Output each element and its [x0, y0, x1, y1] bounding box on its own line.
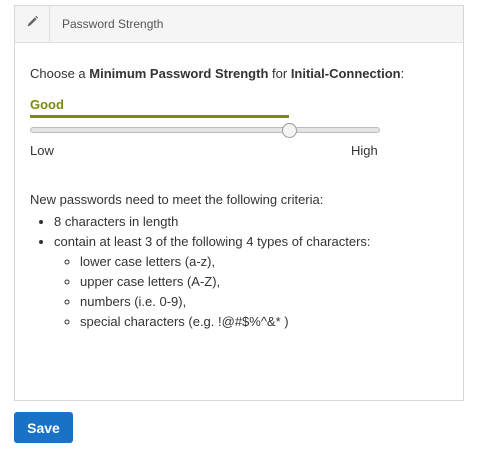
criteria-length: 8 characters in length [54, 214, 179, 229]
list-item: numbers (i.e. 0-9), [80, 292, 371, 312]
strength-slider-track[interactable] [30, 127, 380, 133]
criteria-types: contain at least 3 of the following 4 ty… [54, 234, 371, 249]
save-button[interactable]: Save [14, 412, 73, 443]
prompt-suffix: : [400, 66, 405, 81]
list-item: special characters (e.g. !@#$%^&* ) [80, 312, 371, 332]
criteria-list: 8 characters in length contain at least … [15, 212, 371, 332]
prompt-strength-term: Minimum Password Strength [89, 66, 269, 81]
list-item: contain at least 3 of the following 4 ty… [54, 232, 371, 332]
slider-low-label: Low [30, 143, 54, 158]
strength-prompt: Choose a Minimum Password Strength for I… [30, 66, 404, 81]
pencil-icon [26, 15, 39, 33]
strength-slider-handle[interactable] [281, 123, 297, 138]
list-item: upper case letters (A-Z), [80, 272, 371, 292]
slider-high-label: High [351, 143, 378, 158]
strength-label: Good [30, 97, 64, 112]
prompt-middle: for [268, 66, 291, 81]
panel-header: Password Strength [15, 6, 463, 43]
password-strength-panel: Password Strength Choose a Minimum Passw… [14, 5, 464, 401]
edit-button[interactable] [15, 6, 50, 42]
panel-title: Password Strength [62, 17, 164, 31]
list-item: lower case letters (a-z), [80, 252, 371, 272]
strength-indicator-bar [30, 115, 289, 118]
prompt-connection: Initial-Connection [290, 66, 401, 81]
prompt-prefix: Choose a [30, 66, 90, 81]
character-types-list: lower case letters (a-z), upper case let… [54, 252, 371, 332]
list-item: 8 characters in length [54, 212, 371, 232]
criteria-intro: New passwords need to meet the following… [30, 192, 324, 207]
